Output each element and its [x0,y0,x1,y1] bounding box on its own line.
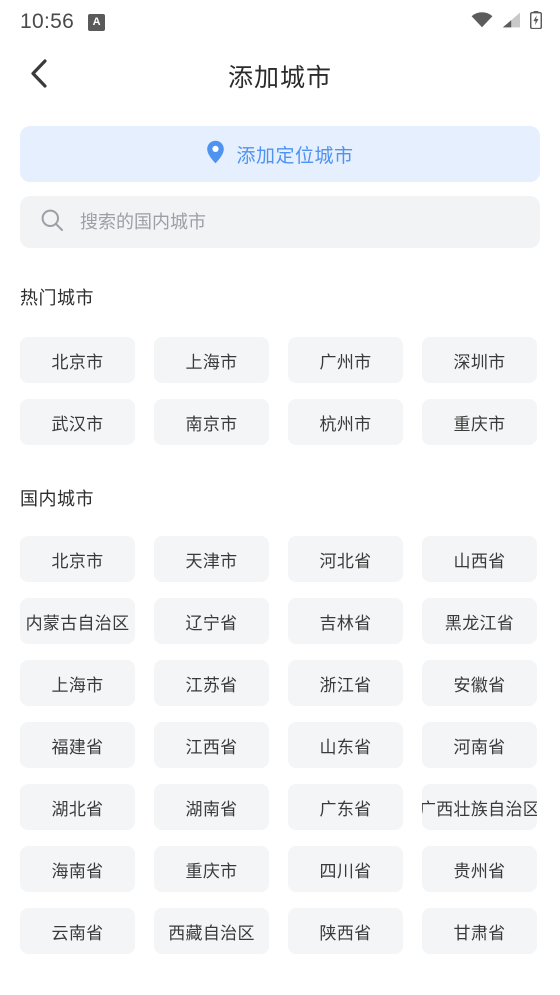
city-chip[interactable]: 西藏自治区 [154,908,269,954]
domestic-cities-title: 国内城市 [20,489,94,509]
city-chip[interactable]: 深圳市 [422,337,537,383]
city-chip[interactable]: 江苏省 [154,660,269,706]
city-chip[interactable]: 河南省 [422,722,537,768]
city-chip[interactable]: 河北省 [288,536,403,582]
city-chip[interactable]: 陕西省 [288,908,403,954]
search-section [0,182,560,248]
city-chip[interactable]: 天津市 [154,536,269,582]
status-time: 10:56 [20,10,75,33]
hot-cities-section: 热门城市 北京市 上海市 广州市 深圳市 武汉市 南京市 杭州市 重庆市 [0,284,560,445]
city-chip[interactable]: 北京市 [20,337,135,383]
signal-icon [502,12,521,33]
city-chip[interactable]: 辽宁省 [154,598,269,644]
app-header: 添加城市 [0,44,560,108]
city-chip[interactable]: 山西省 [422,536,537,582]
city-chip[interactable]: 海南省 [20,846,135,892]
status-bar-right [471,10,543,34]
add-located-city-button[interactable]: 添加定位城市 [20,126,540,182]
back-button[interactable] [16,54,60,98]
domestic-cities-grid: 北京市 天津市 河北省 山西省 内蒙古自治区 辽宁省 吉林省 黑龙江省 上海市 … [20,536,540,954]
city-chip[interactable]: 云南省 [20,908,135,954]
search-icon [40,208,64,237]
city-chip[interactable]: 内蒙古自治区 [20,598,135,644]
status-bar-left: 10:56 A [20,10,471,34]
app-notification-icon: A [88,13,106,31]
city-chip[interactable]: 四川省 [288,846,403,892]
city-chip[interactable]: 湖北省 [20,784,135,830]
city-chip[interactable]: 南京市 [154,399,269,445]
city-chip[interactable]: 贵州省 [422,846,537,892]
city-chip[interactable]: 甘肃省 [422,908,537,954]
hot-cities-title: 热门城市 [20,288,94,308]
city-chip[interactable]: 浙江省 [288,660,403,706]
city-chip[interactable]: 广东省 [288,784,403,830]
city-chip[interactable]: 杭州市 [288,399,403,445]
city-chip[interactable]: 重庆市 [154,846,269,892]
city-chip[interactable]: 武汉市 [20,399,135,445]
wifi-icon [471,11,493,33]
city-chip[interactable]: 湖南省 [154,784,269,830]
city-chip[interactable]: 上海市 [20,660,135,706]
page-title: 添加城市 [227,64,332,92]
location-pin-icon [206,140,225,169]
domestic-cities-section: 国内城市 北京市 天津市 河北省 山西省 内蒙古自治区 辽宁省 吉林省 黑龙江省… [0,485,560,954]
city-chip[interactable]: 安徽省 [422,660,537,706]
city-chip[interactable]: 山东省 [288,722,403,768]
city-chip[interactable]: 广州市 [288,337,403,383]
search-input[interactable] [80,196,520,248]
chevron-left-icon [30,59,47,93]
hot-cities-grid: 北京市 上海市 广州市 深圳市 武汉市 南京市 杭州市 重庆市 [20,337,540,445]
city-chip[interactable]: 广西壮族自治区 [422,784,537,830]
locate-section: 添加定位城市 [0,108,560,182]
status-bar: 10:56 A [0,0,560,44]
city-chip[interactable]: 江西省 [154,722,269,768]
city-chip[interactable]: 北京市 [20,536,135,582]
city-chip[interactable]: 福建省 [20,722,135,768]
add-located-city-label: 添加定位城市 [236,145,354,167]
battery-charging-icon [529,10,543,34]
city-chip[interactable]: 吉林省 [288,598,403,644]
city-chip[interactable]: 重庆市 [422,399,537,445]
city-chip[interactable]: 上海市 [154,337,269,383]
city-chip[interactable]: 黑龙江省 [422,598,537,644]
search-box[interactable] [20,196,540,248]
